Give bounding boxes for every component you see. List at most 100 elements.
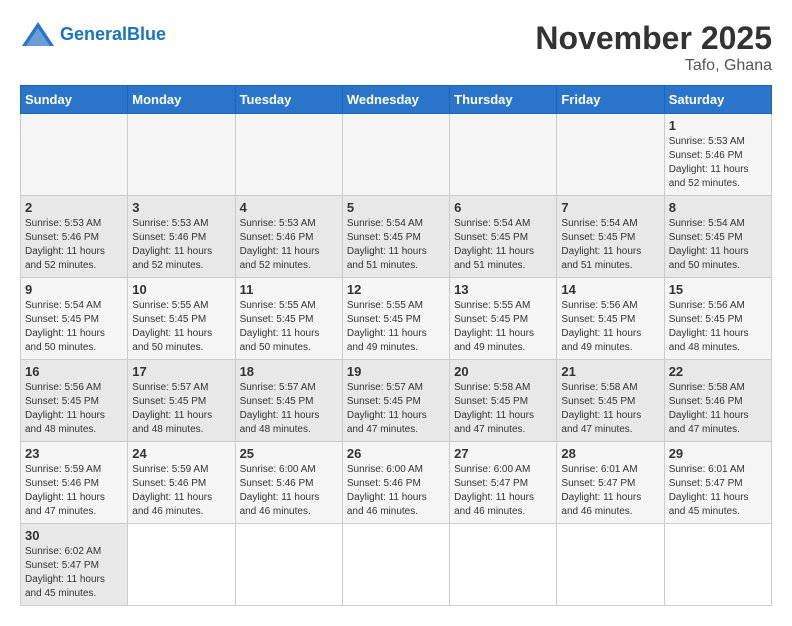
day-info: Sunrise: 5:58 AM Sunset: 5:45 PM Dayligh… [561,381,659,437]
calendar-cell: 24 Sunrise: 5:59 AM Sunset: 5:46 PM Dayli… [128,442,235,524]
page-header: GeneralBlue November 2025 Tafo, Ghana [20,20,772,75]
calendar-cell: 11 Sunrise: 5:55 AM Sunset: 5:45 PM Dayli… [235,278,342,360]
calendar-cell: 27Sunrise: 6:00 AM Sunset: 5:47 PM Dayli… [450,442,557,524]
calendar-cell: 3 Sunrise: 5:53 AM Sunset: 5:46 PM Daylig… [128,196,235,278]
calendar-week-row: 2Sunrise: 5:53 AM Sunset: 5:46 PM Daylig… [21,196,772,278]
day-info: Sunrise: 5:53 AM Sunset: 5:46 PM Dayligh… [132,217,230,273]
calendar-cell: 23 Sunrise: 5:59 AM Sunset: 5:46 PM Dayli… [21,442,128,524]
day-number: 29 [669,446,767,461]
day-number: 16 [25,364,123,379]
weekday-header: Friday [557,86,664,114]
day-info: Sunrise: 5:56 AM Sunset: 5:45 PM Dayligh… [561,299,659,355]
calendar-cell: 8 Sunrise: 5:54 AM Sunset: 5:45 PM Daylig… [664,196,771,278]
day-info: Sunrise: 5:54 AM Sunset: 5:45 PM Dayligh… [454,217,552,273]
day-info: Sunrise: 5:57 AM Sunset: 5:45 PM Dayligh… [240,381,338,437]
calendar-cell: 9 Sunrise: 5:54 AM Sunset: 5:45 PM Daylig… [21,278,128,360]
calendar-week-row: 23 Sunrise: 5:59 AM Sunset: 5:46 PM Dayli… [21,442,772,524]
calendar-cell: 4 Sunrise: 5:53 AM Sunset: 5:46 PM Daylig… [235,196,342,278]
calendar-cell [557,114,664,196]
day-number: 9 [25,282,123,297]
day-number: 30 [25,528,123,543]
logo-icon [20,20,56,48]
day-info: Sunrise: 5:59 AM Sunset: 5:46 PM Dayligh… [25,463,123,519]
weekday-header: Wednesday [342,86,449,114]
day-info: Sunrise: 6:01 AM Sunset: 5:47 PM Dayligh… [561,463,659,519]
day-number: 12 [347,282,445,297]
day-number: 26 [347,446,445,461]
calendar-week-row: 9 Sunrise: 5:54 AM Sunset: 5:45 PM Daylig… [21,278,772,360]
calendar-cell: 29 Sunrise: 6:01 AM Sunset: 5:47 PM Dayli… [664,442,771,524]
calendar-cell: 30 Sunrise: 6:02 AM Sunset: 5:47 PM Dayli… [21,524,128,606]
calendar-cell: 26 Sunrise: 6:00 AM Sunset: 5:46 PM Dayli… [342,442,449,524]
calendar-cell [664,524,771,606]
day-number: 18 [240,364,338,379]
calendar-cell: 5Sunrise: 5:54 AM Sunset: 5:45 PM Daylig… [342,196,449,278]
calendar-title: November 2025 [535,20,772,57]
calendar-table: SundayMondayTuesdayWednesdayThursdayFrid… [20,85,772,606]
calendar-cell [557,524,664,606]
calendar-cell: 10Sunrise: 5:55 AM Sunset: 5:45 PM Dayli… [128,278,235,360]
day-number: 21 [561,364,659,379]
day-number: 11 [240,282,338,297]
day-info: Sunrise: 5:53 AM Sunset: 5:46 PM Dayligh… [669,135,767,191]
day-number: 15 [669,282,767,297]
calendar-cell: 1 Sunrise: 5:53 AM Sunset: 5:46 PM Daylig… [664,114,771,196]
calendar-cell: 19Sunrise: 5:57 AM Sunset: 5:45 PM Dayli… [342,360,449,442]
day-number: 24 [132,446,230,461]
day-info: Sunrise: 5:54 AM Sunset: 5:45 PM Dayligh… [25,299,123,355]
day-info: Sunrise: 6:01 AM Sunset: 5:47 PM Dayligh… [669,463,767,519]
calendar-cell: 17Sunrise: 5:57 AM Sunset: 5:45 PM Dayli… [128,360,235,442]
logo: GeneralBlue [20,20,166,48]
day-info: Sunrise: 5:56 AM Sunset: 5:45 PM Dayligh… [25,381,123,437]
day-info: Sunrise: 5:59 AM Sunset: 5:46 PM Dayligh… [132,463,230,519]
day-info: Sunrise: 5:55 AM Sunset: 5:45 PM Dayligh… [132,299,230,355]
weekday-header: Tuesday [235,86,342,114]
day-number: 5 [347,200,445,215]
day-number: 1 [669,118,767,133]
calendar-cell: 2Sunrise: 5:53 AM Sunset: 5:46 PM Daylig… [21,196,128,278]
day-number: 3 [132,200,230,215]
weekday-header: Thursday [450,86,557,114]
calendar-cell: 22Sunrise: 5:58 AM Sunset: 5:46 PM Dayli… [664,360,771,442]
day-info: Sunrise: 5:53 AM Sunset: 5:46 PM Dayligh… [240,217,338,273]
calendar-cell [450,114,557,196]
day-number: 8 [669,200,767,215]
day-info: Sunrise: 6:02 AM Sunset: 5:47 PM Dayligh… [25,545,123,601]
weekday-header: Sunday [21,86,128,114]
calendar-cell [128,114,235,196]
title-block: November 2025 Tafo, Ghana [535,20,772,75]
day-info: Sunrise: 6:00 AM Sunset: 5:46 PM Dayligh… [347,463,445,519]
calendar-subtitle: Tafo, Ghana [535,57,772,75]
day-info: Sunrise: 5:53 AM Sunset: 5:46 PM Dayligh… [25,217,123,273]
calendar-cell: 7 Sunrise: 5:54 AM Sunset: 5:45 PM Daylig… [557,196,664,278]
day-number: 28 [561,446,659,461]
calendar-cell: 18 Sunrise: 5:57 AM Sunset: 5:45 PM Dayli… [235,360,342,442]
calendar-cell: 12Sunrise: 5:55 AM Sunset: 5:45 PM Dayli… [342,278,449,360]
calendar-cell [235,114,342,196]
day-number: 25 [240,446,338,461]
day-number: 13 [454,282,552,297]
day-number: 14 [561,282,659,297]
day-number: 7 [561,200,659,215]
day-info: Sunrise: 5:54 AM Sunset: 5:45 PM Dayligh… [561,217,659,273]
logo-text: GeneralBlue [60,25,166,43]
day-number: 27 [454,446,552,461]
calendar-cell [235,524,342,606]
calendar-cell: 14 Sunrise: 5:56 AM Sunset: 5:45 PM Dayli… [557,278,664,360]
calendar-cell [450,524,557,606]
day-info: Sunrise: 5:54 AM Sunset: 5:45 PM Dayligh… [669,217,767,273]
day-number: 4 [240,200,338,215]
day-info: Sunrise: 5:57 AM Sunset: 5:45 PM Dayligh… [132,381,230,437]
weekday-header: Saturday [664,86,771,114]
day-number: 23 [25,446,123,461]
calendar-cell: 16 Sunrise: 5:56 AM Sunset: 5:45 PM Dayli… [21,360,128,442]
day-number: 20 [454,364,552,379]
day-info: Sunrise: 5:55 AM Sunset: 5:45 PM Dayligh… [240,299,338,355]
day-info: Sunrise: 5:58 AM Sunset: 5:45 PM Dayligh… [454,381,552,437]
calendar-week-row: 16 Sunrise: 5:56 AM Sunset: 5:45 PM Dayli… [21,360,772,442]
day-info: Sunrise: 5:57 AM Sunset: 5:45 PM Dayligh… [347,381,445,437]
calendar-cell: 20 Sunrise: 5:58 AM Sunset: 5:45 PM Dayli… [450,360,557,442]
day-number: 6 [454,200,552,215]
day-info: Sunrise: 5:56 AM Sunset: 5:45 PM Dayligh… [669,299,767,355]
calendar-cell: 13Sunrise: 5:55 AM Sunset: 5:45 PM Dayli… [450,278,557,360]
